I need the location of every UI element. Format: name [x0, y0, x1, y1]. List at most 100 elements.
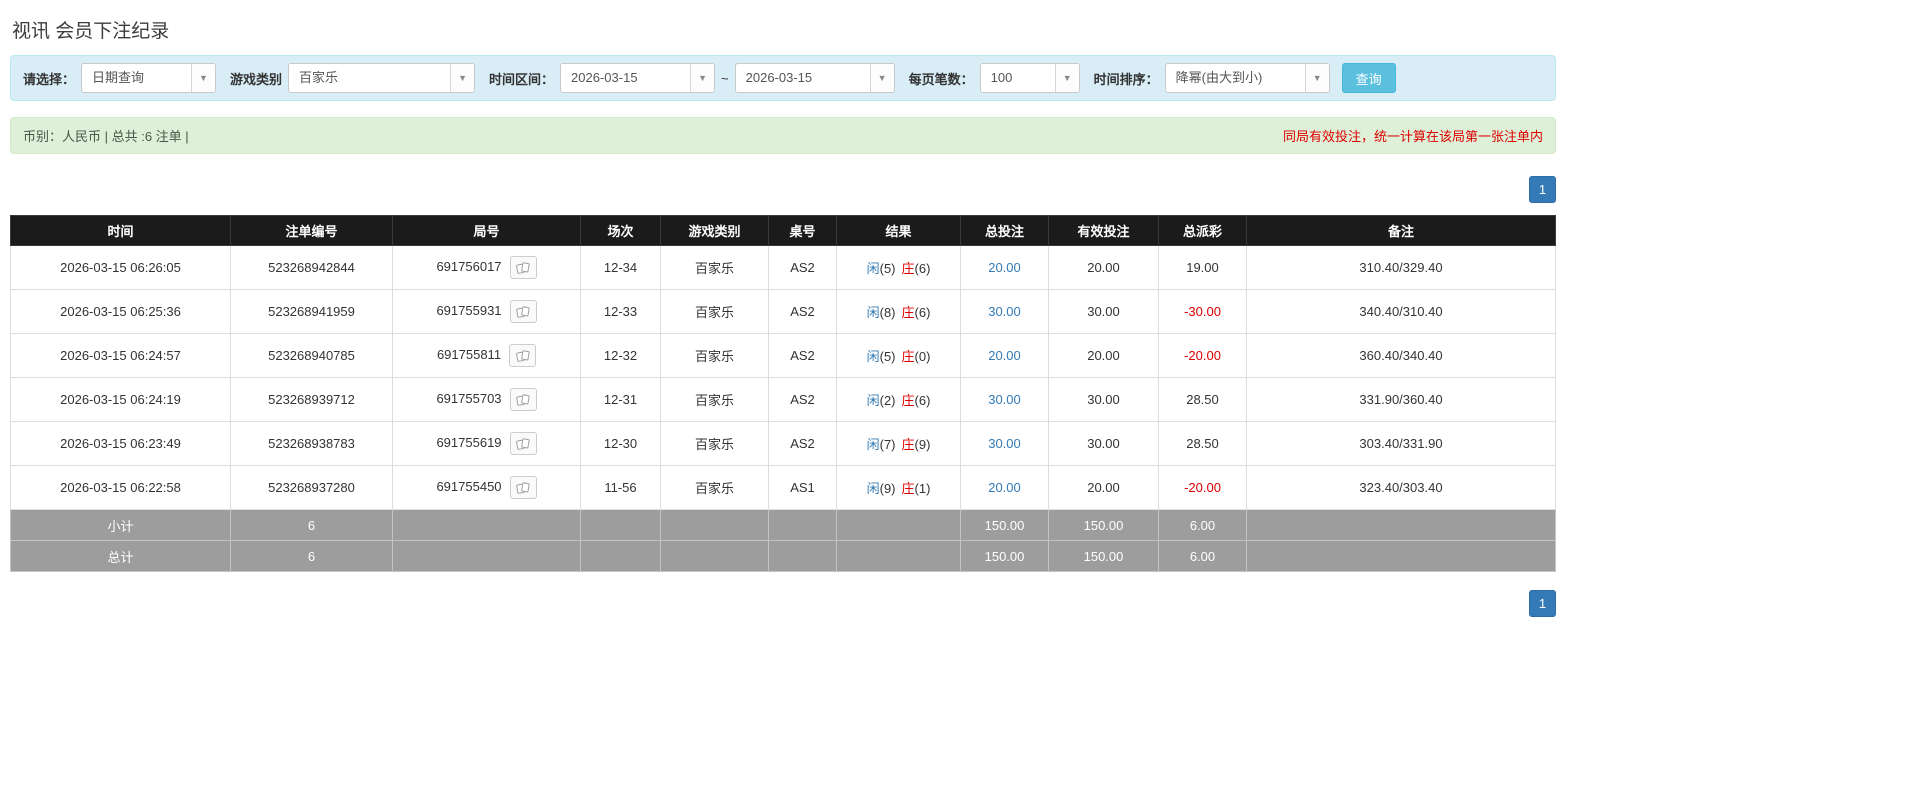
grand-total-total-bet: 150.00 [960, 540, 1049, 572]
cell-valid-bet: 30.00 [1048, 421, 1159, 466]
cell-table-no: AS2 [768, 289, 837, 334]
cell-table-no: AS2 [768, 333, 837, 378]
game-type-select[interactable]: 百家乐 ▼ [288, 63, 476, 93]
page-size-value: 100 [990, 70, 1013, 85]
search-button[interactable]: 查询 [1341, 63, 1396, 93]
page-size-select[interactable]: 100 ▼ [979, 63, 1080, 93]
total-bet-link[interactable]: 20.00 [988, 260, 1021, 275]
cell-total-bet: 30.00 [960, 377, 1049, 422]
subtotal-label: 小计 [10, 509, 231, 541]
page-1-button[interactable]: 1 [1529, 176, 1556, 203]
cell-time: 2026-03-15 06:23:49 [10, 421, 231, 466]
result-banker: 庄 [901, 437, 915, 452]
round-result-icon-button[interactable] [509, 344, 537, 367]
cell-time: 2026-03-15 06:24:57 [10, 333, 231, 378]
date-from-select[interactable]: 2026-03-15 ▼ [560, 63, 716, 93]
caret-down-icon[interactable]: ▼ [869, 64, 894, 92]
cell-payout: -20.00 [1158, 333, 1247, 378]
cell-empty [1246, 540, 1556, 572]
col-payout: 总派彩 [1158, 215, 1247, 246]
total-bet-link[interactable]: 20.00 [988, 480, 1021, 495]
cell-remark: 340.40/310.40 [1246, 289, 1556, 334]
round-result-icon-button[interactable] [509, 388, 537, 411]
cell-valid-bet: 30.00 [1048, 289, 1159, 334]
cell-table-no: AS2 [768, 245, 837, 290]
cell-empty [580, 540, 661, 572]
subtotal-payout: 6.00 [1158, 509, 1247, 541]
round-result-icon-button[interactable] [509, 432, 537, 455]
date-range-label: 时间区间： [489, 71, 555, 87]
cell-empty [1246, 509, 1556, 541]
col-bet-id: 注单编号 [230, 215, 393, 246]
pagination-bottom: 1 [10, 590, 1556, 617]
cell-remark: 303.40/331.90 [1246, 421, 1556, 466]
cell-remark: 331.90/360.40 [1246, 377, 1556, 422]
round-result-icon-button[interactable] [509, 256, 537, 279]
round-result-icon-button[interactable] [509, 476, 537, 499]
cell-session: 12-33 [580, 289, 661, 334]
result-player-score: (8) [879, 305, 896, 320]
date-to-value: 2026-03-15 [745, 70, 813, 85]
caret-down-icon[interactable]: ▼ [450, 64, 475, 92]
table-row: 2026-03-15 06:25:36 523268941959 6917559… [10, 289, 1556, 334]
col-round: 局号 [392, 215, 581, 246]
summary-bar: 币别：人民币 | 总共 :6 注单 | 同局有效投注，统一计算在该局第一张注单内 [10, 117, 1556, 154]
grand-total-payout: 6.00 [1158, 540, 1247, 572]
subtotal-count: 6 [230, 509, 393, 541]
cell-round: 691755450 [392, 465, 581, 510]
mode-select[interactable]: 日期查询 ▼ [81, 63, 217, 93]
cell-table-no: AS2 [768, 377, 837, 422]
cell-bet-id: 523268940785 [230, 333, 393, 378]
page-size-label: 每页笔数： [908, 71, 974, 87]
result-banker: 庄 [901, 305, 915, 320]
cell-result: 闲(8) 庄(6) [836, 289, 961, 334]
mode-select-label: 请选择： [23, 71, 76, 87]
cell-payout: 28.50 [1158, 377, 1247, 422]
round-result-icon-button[interactable] [509, 300, 537, 323]
total-bet-link[interactable]: 30.00 [988, 392, 1021, 407]
result-banker-score: (9) [914, 437, 931, 452]
cell-payout: 19.00 [1158, 245, 1247, 290]
subtotal-total-bet: 150.00 [960, 509, 1049, 541]
cell-bet-id: 523268937280 [230, 465, 393, 510]
cell-payout: -20.00 [1158, 465, 1247, 510]
caret-down-icon[interactable]: ▼ [191, 64, 216, 92]
cell-bet-id: 523268942844 [230, 245, 393, 290]
cell-total-bet: 20.00 [960, 245, 1049, 290]
cell-round: 691755811 [392, 333, 581, 378]
valid-bet-notice: 同局有效投注，统一计算在该局第一张注单内 [1282, 129, 1543, 144]
cell-result: 闲(9) 庄(1) [836, 465, 961, 510]
total-bet-link[interactable]: 20.00 [988, 348, 1021, 363]
cell-game: 百家乐 [660, 245, 769, 290]
result-player-score: (5) [879, 261, 896, 276]
cell-game: 百家乐 [660, 289, 769, 334]
col-table-no: 桌号 [768, 215, 837, 246]
caret-down-icon[interactable]: ▼ [690, 64, 715, 92]
date-from-value: 2026-03-15 [571, 70, 638, 85]
caret-down-icon[interactable]: ▼ [1304, 64, 1329, 92]
result-banker: 庄 [901, 349, 915, 364]
cell-session: 12-30 [580, 421, 661, 466]
caret-down-icon[interactable]: ▼ [1054, 64, 1079, 92]
cell-time: 2026-03-15 06:24:19 [10, 377, 231, 422]
time-sort-select[interactable]: 降幂(由大到小) ▼ [1164, 63, 1330, 93]
subtotal-valid-bet: 150.00 [1048, 509, 1159, 541]
date-to-select[interactable]: 2026-03-15 ▼ [734, 63, 895, 93]
total-bet-link[interactable]: 30.00 [988, 304, 1021, 319]
cards-icon [516, 393, 530, 406]
time-sort-label: 时间排序： [1093, 71, 1159, 87]
page-1-button[interactable]: 1 [1529, 590, 1556, 617]
result-player: 闲 [866, 305, 880, 320]
cell-remark: 323.40/303.40 [1246, 465, 1556, 510]
cell-valid-bet: 20.00 [1048, 245, 1159, 290]
cell-round: 691755619 [392, 421, 581, 466]
cell-bet-id: 523268941959 [230, 289, 393, 334]
result-banker-score: (6) [914, 261, 931, 276]
cell-empty [392, 509, 581, 541]
cell-valid-bet: 20.00 [1048, 465, 1159, 510]
col-valid-bet: 有效投注 [1048, 215, 1159, 246]
total-bet-link[interactable]: 30.00 [988, 436, 1021, 451]
pagination-top: 1 [10, 176, 1556, 203]
game-type-label: 游戏类别 [230, 71, 283, 87]
cell-empty [836, 540, 961, 572]
